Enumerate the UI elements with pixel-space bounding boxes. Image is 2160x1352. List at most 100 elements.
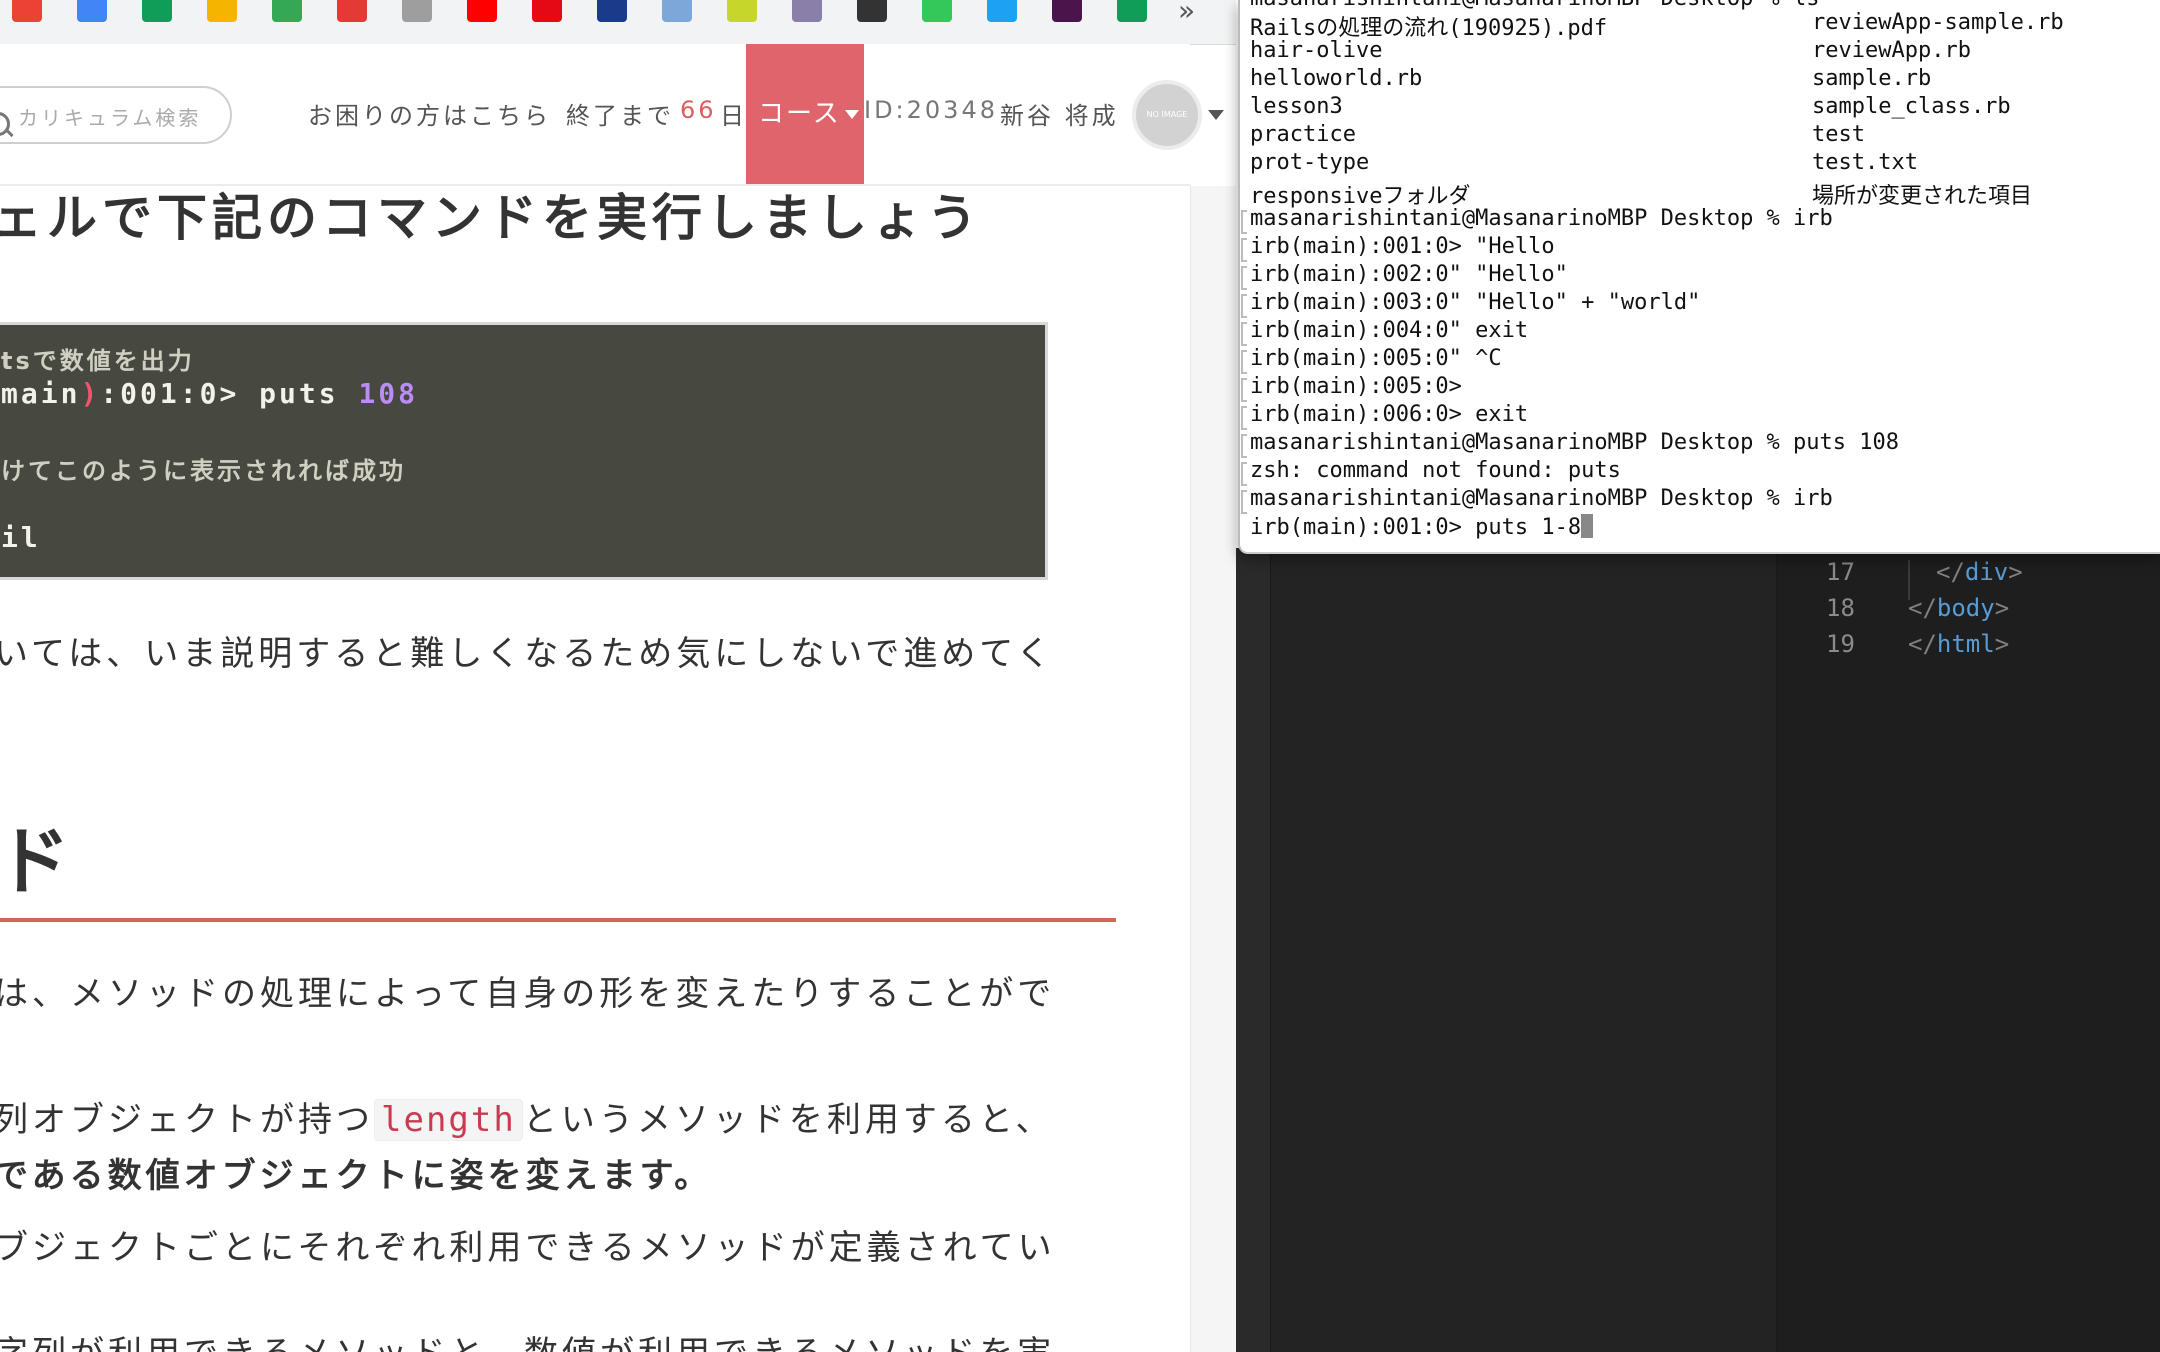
tag-name: body [1936,594,1995,622]
code-number: 108 [358,377,419,410]
code-prompt: :001:0> puts [100,377,359,410]
remaining-unit: 日 [720,102,747,130]
terminal-ls-item: test.txt [1812,150,1918,175]
bookmark-in-icon[interactable] [662,0,692,22]
terminal-mark [1241,350,1247,374]
terminal-ls-item: test [1812,122,1865,147]
code-result: il [1,521,41,554]
caret-down-icon[interactable] [1208,110,1224,120]
terminal-line: irb(main):002:0" "Hello" [1250,262,1568,287]
terminal-window[interactable]: masanarishintani@MasanarinoMBP Desktop %… [1238,0,2160,554]
section-heading: ェルで下記のコマンドを実行しましょう [0,189,982,247]
avatar-text: NO IMAGE [1146,110,1188,119]
tag-bracket: > [2008,558,2023,586]
help-link[interactable]: お困りの方はこちら [308,96,551,131]
terminal-mark [1241,490,1247,514]
course-menu-button[interactable]: コース [746,44,864,184]
editor-line-number: 17 [1826,558,1855,586]
terminal-line: masanarishintani@MasanarinoMBP Desktop %… [1250,486,1833,511]
tag-bracket: </ [1908,594,1937,622]
terminal-mark [1241,462,1247,486]
editor-code-line[interactable]: </div> [1936,558,2023,586]
paragraph: 字列が利用できるメソッドと、数値が利用できるメソッドを実 [0,1326,1055,1352]
paragraph: ブジェクトごとにそれぞれ利用できるメソッドが定義されてい [0,1228,1056,1268]
terminal-mark [1241,378,1247,402]
bookmark-sheets-icon[interactable] [142,0,172,22]
bookmark-ex-icon[interactable] [597,0,627,22]
code-line: main):001:0> puts 108 [1,377,418,410]
tag-name: div [1964,558,2009,586]
bookmark-app-avatar-icon[interactable] [792,0,822,22]
bookmark-app-grey-icon[interactable] [402,0,432,22]
page-scrollbar[interactable] [1190,186,1236,1352]
paragraph: は、メソッドの処理によって自身の形を変えたりすることがで [0,974,1056,1014]
bookmark-slack-icon[interactable] [1052,0,1082,22]
bookmark-maps-icon[interactable] [272,0,302,22]
editor-pane[interactable] [1778,548,2160,1352]
bookmark-docs-icon[interactable] [77,0,107,22]
editor-line-number: 18 [1826,594,1855,622]
terminal-line-text: masanarishintani@MasanarinoMBP Desktop %… [1250,206,1833,231]
terminal-line-text: masanarishintani@MasanarinoMBP Desktop %… [1250,486,1833,511]
terminal-line: irb(main):004:0" exit [1250,318,1528,343]
avatar[interactable]: NO IMAGE [1132,80,1202,150]
bookmark-app-dark-icon[interactable] [857,0,887,22]
terminal-line-text: irb(main):005:0" ^C [1250,346,1502,371]
bookmark-slides-icon[interactable] [207,0,237,22]
editor-code-line[interactable]: </html> [1908,630,2009,658]
terminal-cursor [1581,514,1594,538]
terminal-line-text: irb(main):005:0> [1250,374,1462,399]
terminal-ls-item: prot-type [1250,150,1370,175]
code-block: tsで数値を出力 main):001:0> puts 108 けてこのように表示… [0,322,1048,580]
terminal-line: irb(main):005:0" ^C [1250,346,1502,371]
user-id: ID:20348 [864,96,998,124]
editor-divider[interactable] [1776,548,1778,1352]
method-heading: ド [0,819,70,905]
paragraph-bold: である数値オブジェクトに姿を変えます。 [0,1156,713,1196]
lesson-content: ェルで下記のコマンドを実行しましょう tsで数値を出力 main):001:0>… [0,186,1190,1352]
terminal-line: masanarishintani@MasanarinoMBP Desktop %… [1250,206,1833,231]
code-comment: けてこのように表示されれば成功 [1,457,406,485]
terminal-line-text: zsh: command not found: puts [1250,458,1621,483]
bookmark-netflix-icon[interactable] [532,0,562,22]
terminal-ls-item: reviewApp.rb [1812,38,1971,63]
paragraph: 列オブジェクトが持つ length というメソッドを利用すると、 [0,1092,1053,1141]
terminal-line: irb(main):003:0" "Hello" + "world" [1250,290,1700,315]
code-editor: 17 </div> 18 </body> 19 </html> [1236,548,2160,1352]
bookmark-sheets-2-icon[interactable] [1117,0,1147,22]
bookmark-youtube-icon[interactable] [467,0,497,22]
terminal-line-text: irb(main):006:0> exit [1250,402,1529,427]
terminal-line: irb(main):005:0> [1250,374,1462,399]
terminal-mark [1241,266,1247,290]
terminal-ls-item: reviewApp-sample.rb [1812,10,2064,35]
terminal-line-text: irb(main):001:0> "Hello [1250,234,1555,259]
course-menu-label: コース [758,99,841,129]
terminal-line-text: irb(main):004:0" exit [1250,318,1529,343]
tag-name: html [1936,630,1995,658]
code-comment: tsで数値を出力 [1,347,195,375]
tag-bracket: > [1994,630,2010,658]
bookmarks-more-button[interactable]: » [1178,0,1195,27]
code-token: main [1,377,81,410]
remaining-label: 終了まで [566,102,674,130]
bookmarks-bar: » [0,0,1236,45]
tag-bracket: > [1994,594,2010,622]
site-header: カリキュラム検索 お困りの方はこちら 終了まで 66 日 コース ID:2034… [0,44,1224,186]
bookmark-twitter-icon[interactable] [987,0,1017,22]
editor-code-line[interactable]: </body> [1908,594,2009,622]
bookmark-app-red-icon[interactable] [337,0,367,22]
terminal-mark [1241,210,1247,234]
search-placeholder: カリキュラム検索 [18,106,202,130]
paragraph-text: 列オブジェクトが持つ [0,1100,374,1140]
bookmark-app-green-icon[interactable] [922,0,952,22]
user-name[interactable]: 新谷 将成 [1000,96,1119,131]
terminal-current-line: irb(main):001:0> puts 1-8 [1250,514,1594,540]
terminal-line-text: irb(main):003:0" "Hello" + "world" [1250,290,1701,315]
bookmark-app-lime-icon[interactable] [727,0,757,22]
terminal-ls-item: hair-olive [1250,38,1383,63]
terminal-line: irb(main):001:0> "Hello [1250,234,1555,259]
terminal-ls-item: sample.rb [1812,66,1932,91]
terminal-ls-item: helloworld.rb [1250,66,1423,91]
terminal-ls-item: 場所が変更された項目 [1812,184,2033,209]
bookmark-gmail-icon[interactable] [12,0,42,22]
